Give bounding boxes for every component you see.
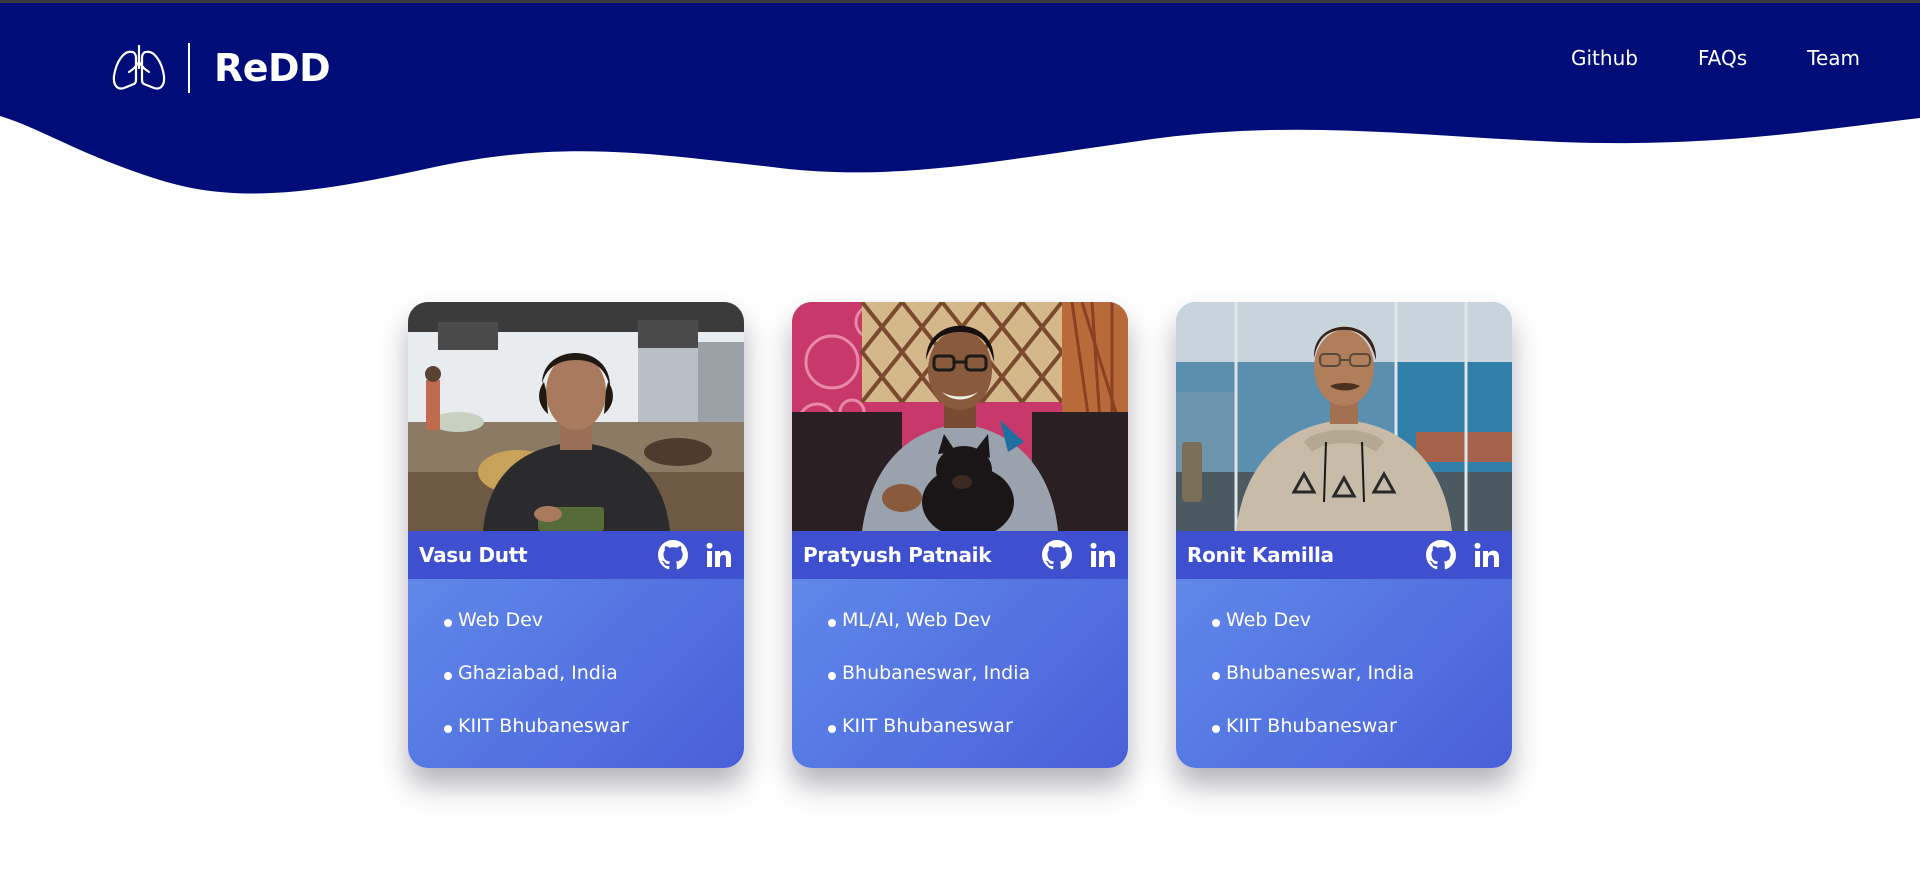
bullet bbox=[1212, 619, 1220, 627]
team-card: Pratyush Patnaik ML/AI, Web Dev Bhubanes… bbox=[792, 302, 1128, 768]
detail-college: KIIT Bhubaneswar bbox=[828, 715, 1128, 768]
bullet bbox=[828, 619, 836, 627]
detail-college: KIIT Bhubaneswar bbox=[1212, 715, 1512, 768]
member-photo bbox=[408, 302, 744, 531]
member-name-bar: Ronit Kamilla bbox=[1176, 531, 1512, 579]
nav-faqs-link[interactable]: FAQs bbox=[1698, 46, 1747, 70]
detail-location: Bhubaneswar, India bbox=[828, 662, 1128, 715]
detail-text: ML/AI, Web Dev bbox=[842, 609, 992, 631]
detail-location: Ghaziabad, India bbox=[444, 662, 744, 715]
member-details: ML/AI, Web Dev Bhubaneswar, India KIIT B… bbox=[792, 579, 1128, 768]
member-name-bar: Vasu Dutt bbox=[408, 531, 744, 579]
social-links bbox=[1426, 540, 1500, 570]
team-card: Vasu Dutt Web Dev Ghaziabad, India KIIT … bbox=[408, 302, 744, 768]
team-cards: Vasu Dutt Web Dev Ghaziabad, India KIIT … bbox=[408, 302, 1512, 768]
bullet bbox=[828, 725, 836, 733]
member-name: Pratyush Patnaik bbox=[803, 543, 992, 567]
header-wave-background bbox=[0, 3, 1920, 194]
detail-location: Bhubaneswar, India bbox=[1212, 662, 1512, 715]
lungs-icon bbox=[110, 42, 168, 94]
detail-role: Web Dev bbox=[1212, 609, 1512, 662]
bullet bbox=[1212, 725, 1220, 733]
detail-text: Web Dev bbox=[458, 609, 544, 631]
social-links bbox=[1042, 540, 1116, 570]
linkedin-icon[interactable] bbox=[706, 542, 732, 568]
detail-text: Web Dev bbox=[1226, 609, 1312, 631]
bullet bbox=[1212, 672, 1220, 680]
member-name: Ronit Kamilla bbox=[1187, 543, 1334, 567]
member-photo bbox=[1176, 302, 1512, 531]
detail-text: Ghaziabad, India bbox=[458, 662, 618, 684]
site-header: ReDD Github FAQs Team bbox=[0, 0, 1920, 200]
nav-github-link[interactable]: Github bbox=[1571, 46, 1638, 70]
bullet bbox=[444, 619, 452, 627]
detail-text: KIIT Bhubaneswar bbox=[1226, 715, 1397, 737]
detail-role: ML/AI, Web Dev bbox=[828, 609, 1128, 662]
github-icon[interactable] bbox=[1042, 540, 1072, 570]
team-card: Ronit Kamilla Web Dev Bhubaneswar, India… bbox=[1176, 302, 1512, 768]
detail-text: Bhubaneswar, India bbox=[842, 662, 1031, 684]
bullet bbox=[444, 672, 452, 680]
main-nav: Github FAQs Team bbox=[1571, 46, 1860, 70]
detail-text: KIIT Bhubaneswar bbox=[842, 715, 1013, 737]
brand[interactable]: ReDD bbox=[110, 42, 331, 94]
detail-role: Web Dev bbox=[444, 609, 744, 662]
member-details: Web Dev Bhubaneswar, India KIIT Bhubanes… bbox=[1176, 579, 1512, 768]
member-details: Web Dev Ghaziabad, India KIIT Bhubaneswa… bbox=[408, 579, 744, 768]
bullet bbox=[444, 725, 452, 733]
member-name: Vasu Dutt bbox=[419, 543, 528, 567]
member-photo bbox=[792, 302, 1128, 531]
site-title: ReDD bbox=[214, 46, 331, 90]
linkedin-icon[interactable] bbox=[1090, 542, 1116, 568]
github-icon[interactable] bbox=[1426, 540, 1456, 570]
bullet bbox=[828, 672, 836, 680]
github-icon[interactable] bbox=[658, 540, 688, 570]
member-name-bar: Pratyush Patnaik bbox=[792, 531, 1128, 579]
detail-text: KIIT Bhubaneswar bbox=[458, 715, 629, 737]
social-links bbox=[658, 540, 732, 570]
detail-text: Bhubaneswar, India bbox=[1226, 662, 1415, 684]
brand-divider bbox=[188, 43, 190, 93]
detail-college: KIIT Bhubaneswar bbox=[444, 715, 744, 768]
nav-team-link[interactable]: Team bbox=[1807, 46, 1860, 70]
linkedin-icon[interactable] bbox=[1474, 542, 1500, 568]
